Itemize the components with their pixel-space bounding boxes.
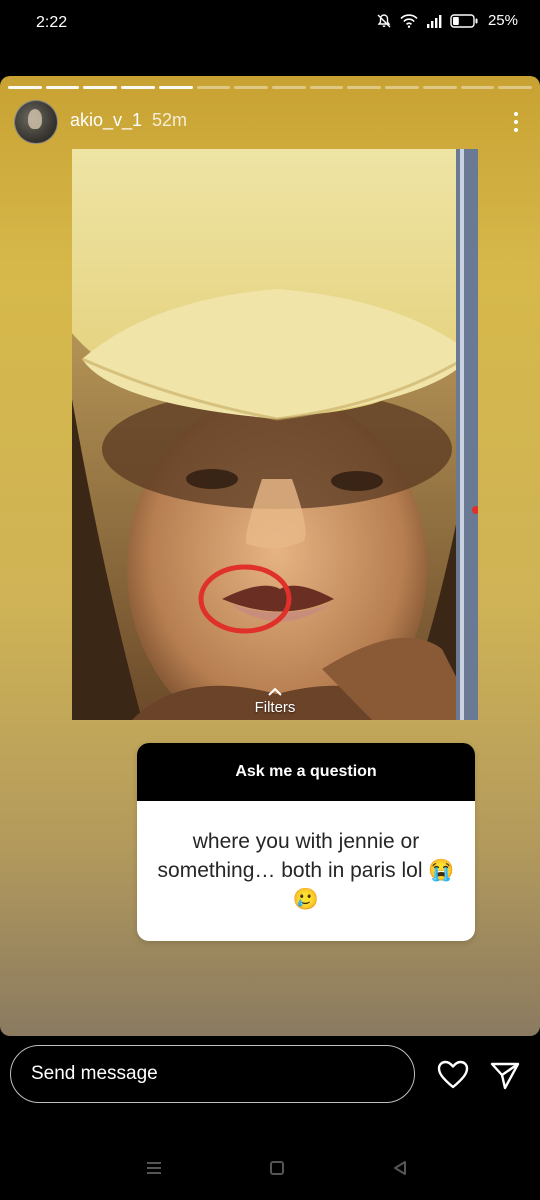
send-icon[interactable] xyxy=(488,1058,522,1092)
story-progress-bar xyxy=(8,86,533,89)
instagram-story-screen: 2:22 25% akio_v_1 52m Filters Ask me a q… xyxy=(0,0,540,1200)
mute-icon xyxy=(376,13,392,29)
status-bar: 2:22 25% xyxy=(0,0,540,48)
more-options-icon[interactable] xyxy=(506,108,526,136)
signal-icon xyxy=(426,14,442,28)
story-photo: Filters xyxy=(72,149,478,720)
wifi-icon xyxy=(400,13,418,28)
filters-button[interactable]: Filters xyxy=(72,687,478,716)
story-username[interactable]: akio_v_1 xyxy=(70,110,142,131)
home-icon[interactable] xyxy=(267,1158,287,1178)
story-header: akio_v_1 52m xyxy=(14,100,526,144)
progress-segment xyxy=(460,86,495,89)
back-icon[interactable] xyxy=(390,1158,410,1178)
portrait-image xyxy=(72,149,478,720)
status-icons: 25% xyxy=(376,12,518,29)
progress-segment xyxy=(158,86,193,89)
system-navigation-bar xyxy=(0,1150,540,1184)
chevron-up-icon xyxy=(268,687,282,696)
progress-segment xyxy=(121,86,155,89)
progress-segment xyxy=(234,86,269,89)
question-sticker-header: Ask me a question xyxy=(137,743,475,801)
progress-segment xyxy=(83,86,118,89)
progress-segment xyxy=(309,86,344,89)
filters-label: Filters xyxy=(254,699,296,716)
recents-icon[interactable] xyxy=(144,1158,164,1178)
progress-segment xyxy=(422,86,457,89)
story-viewer[interactable]: akio_v_1 52m Filters Ask me a question w… xyxy=(0,76,540,1036)
progress-segment xyxy=(347,86,382,89)
progress-segment xyxy=(272,86,306,89)
battery-percentage: 25% xyxy=(487,12,518,29)
progress-segment xyxy=(498,86,533,89)
progress-segment xyxy=(385,86,419,89)
question-sticker-answer: where you with jennie or something… both… xyxy=(157,830,455,911)
battery-icon xyxy=(450,13,478,28)
status-time: 2:22 xyxy=(36,14,68,31)
progress-segment xyxy=(196,86,231,89)
progress-segment xyxy=(45,86,80,89)
progress-segment xyxy=(8,86,42,89)
avatar[interactable] xyxy=(14,100,58,144)
heart-icon[interactable] xyxy=(436,1058,470,1092)
story-time-ago: 52m xyxy=(152,110,188,130)
send-message-input[interactable]: Send message xyxy=(10,1045,415,1103)
question-sticker[interactable]: Ask me a question where you with jennie … xyxy=(137,743,475,941)
